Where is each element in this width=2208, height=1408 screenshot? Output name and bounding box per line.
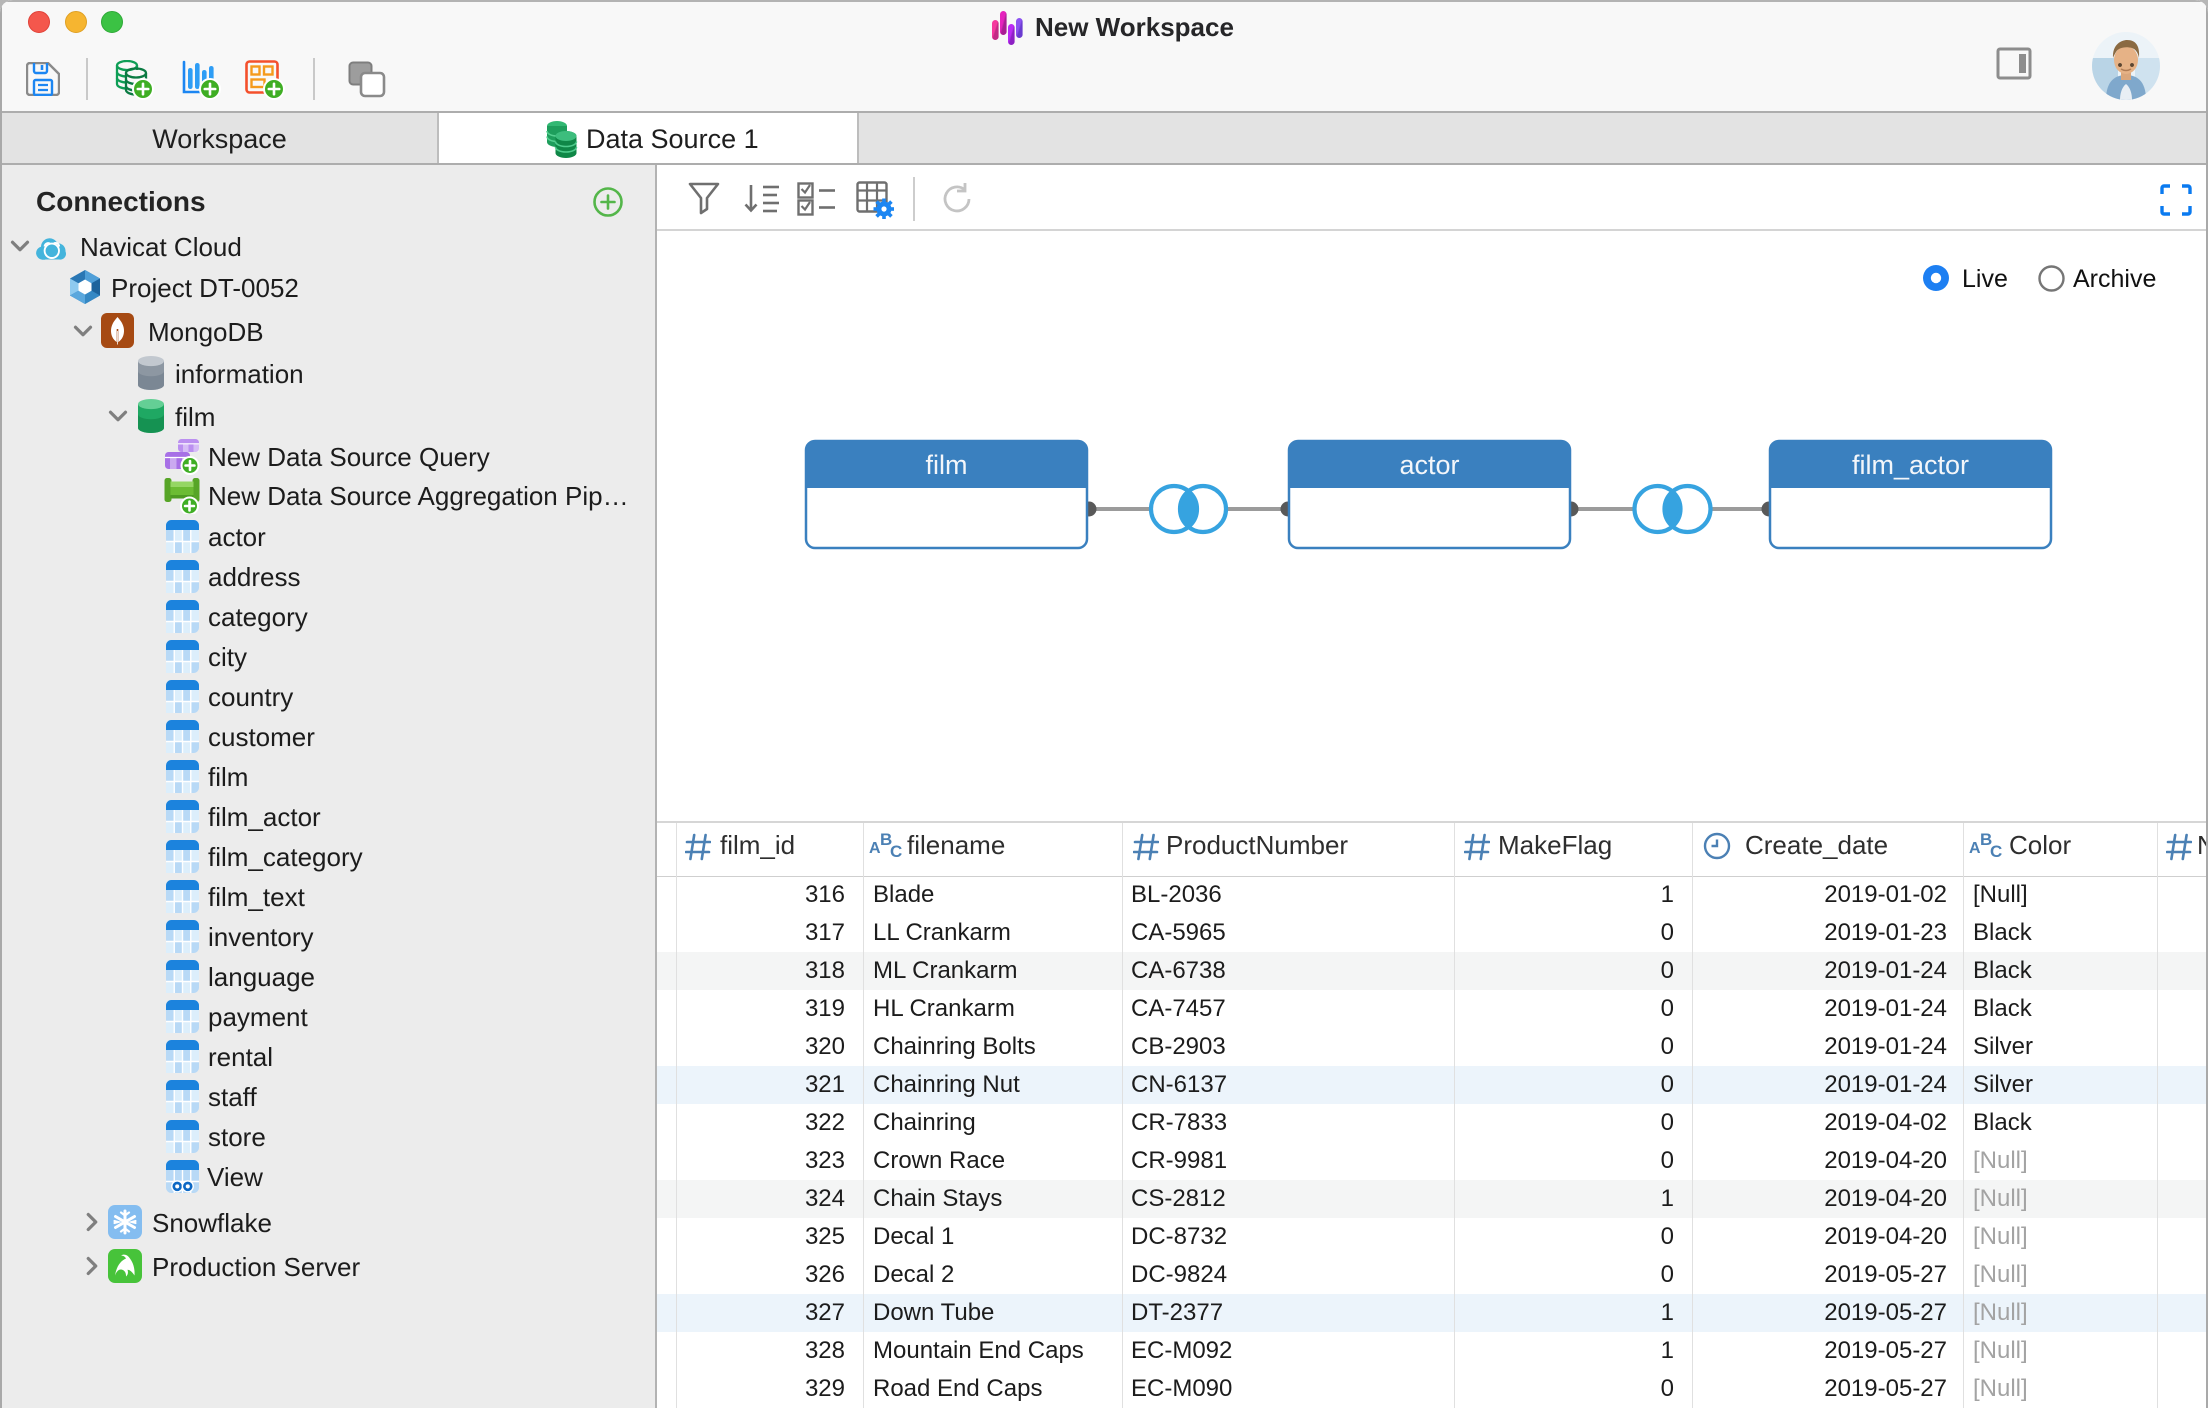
svg-text:actor: actor	[1399, 450, 1459, 480]
svg-text:film_actor: film_actor	[1852, 450, 1969, 480]
svg-text:film: film	[926, 450, 968, 480]
